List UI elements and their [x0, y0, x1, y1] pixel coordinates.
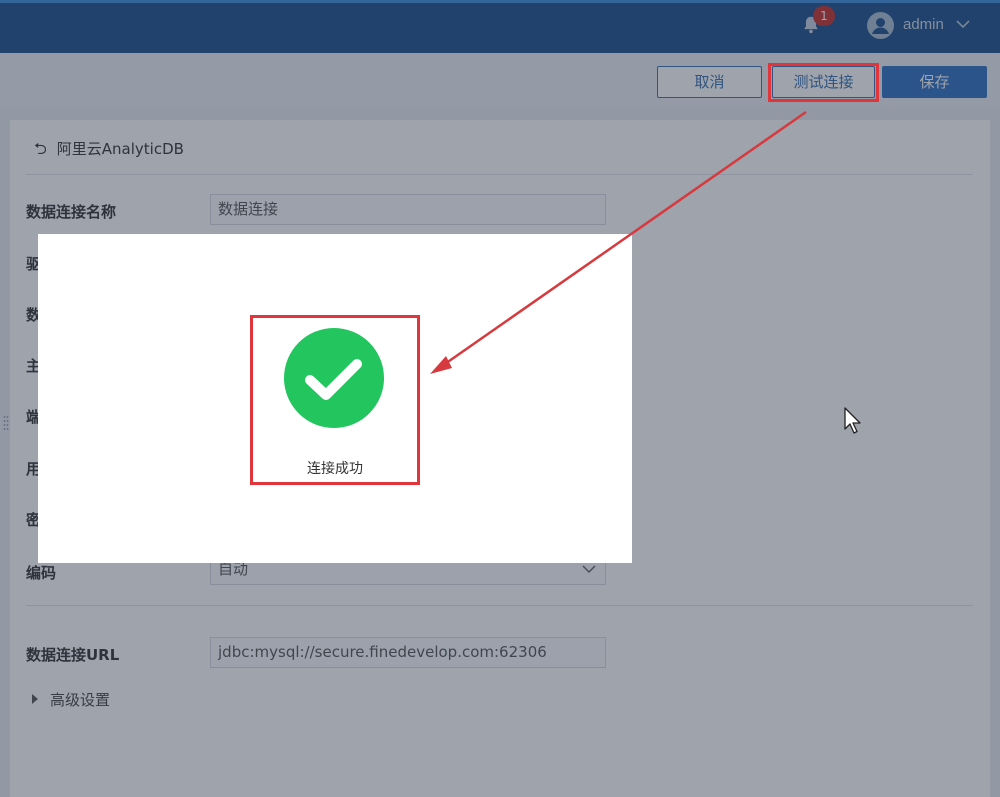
annotation-highlight-success [250, 315, 420, 485]
mouse-cursor-icon [844, 407, 861, 434]
annotation-highlight-test-button [768, 63, 879, 102]
